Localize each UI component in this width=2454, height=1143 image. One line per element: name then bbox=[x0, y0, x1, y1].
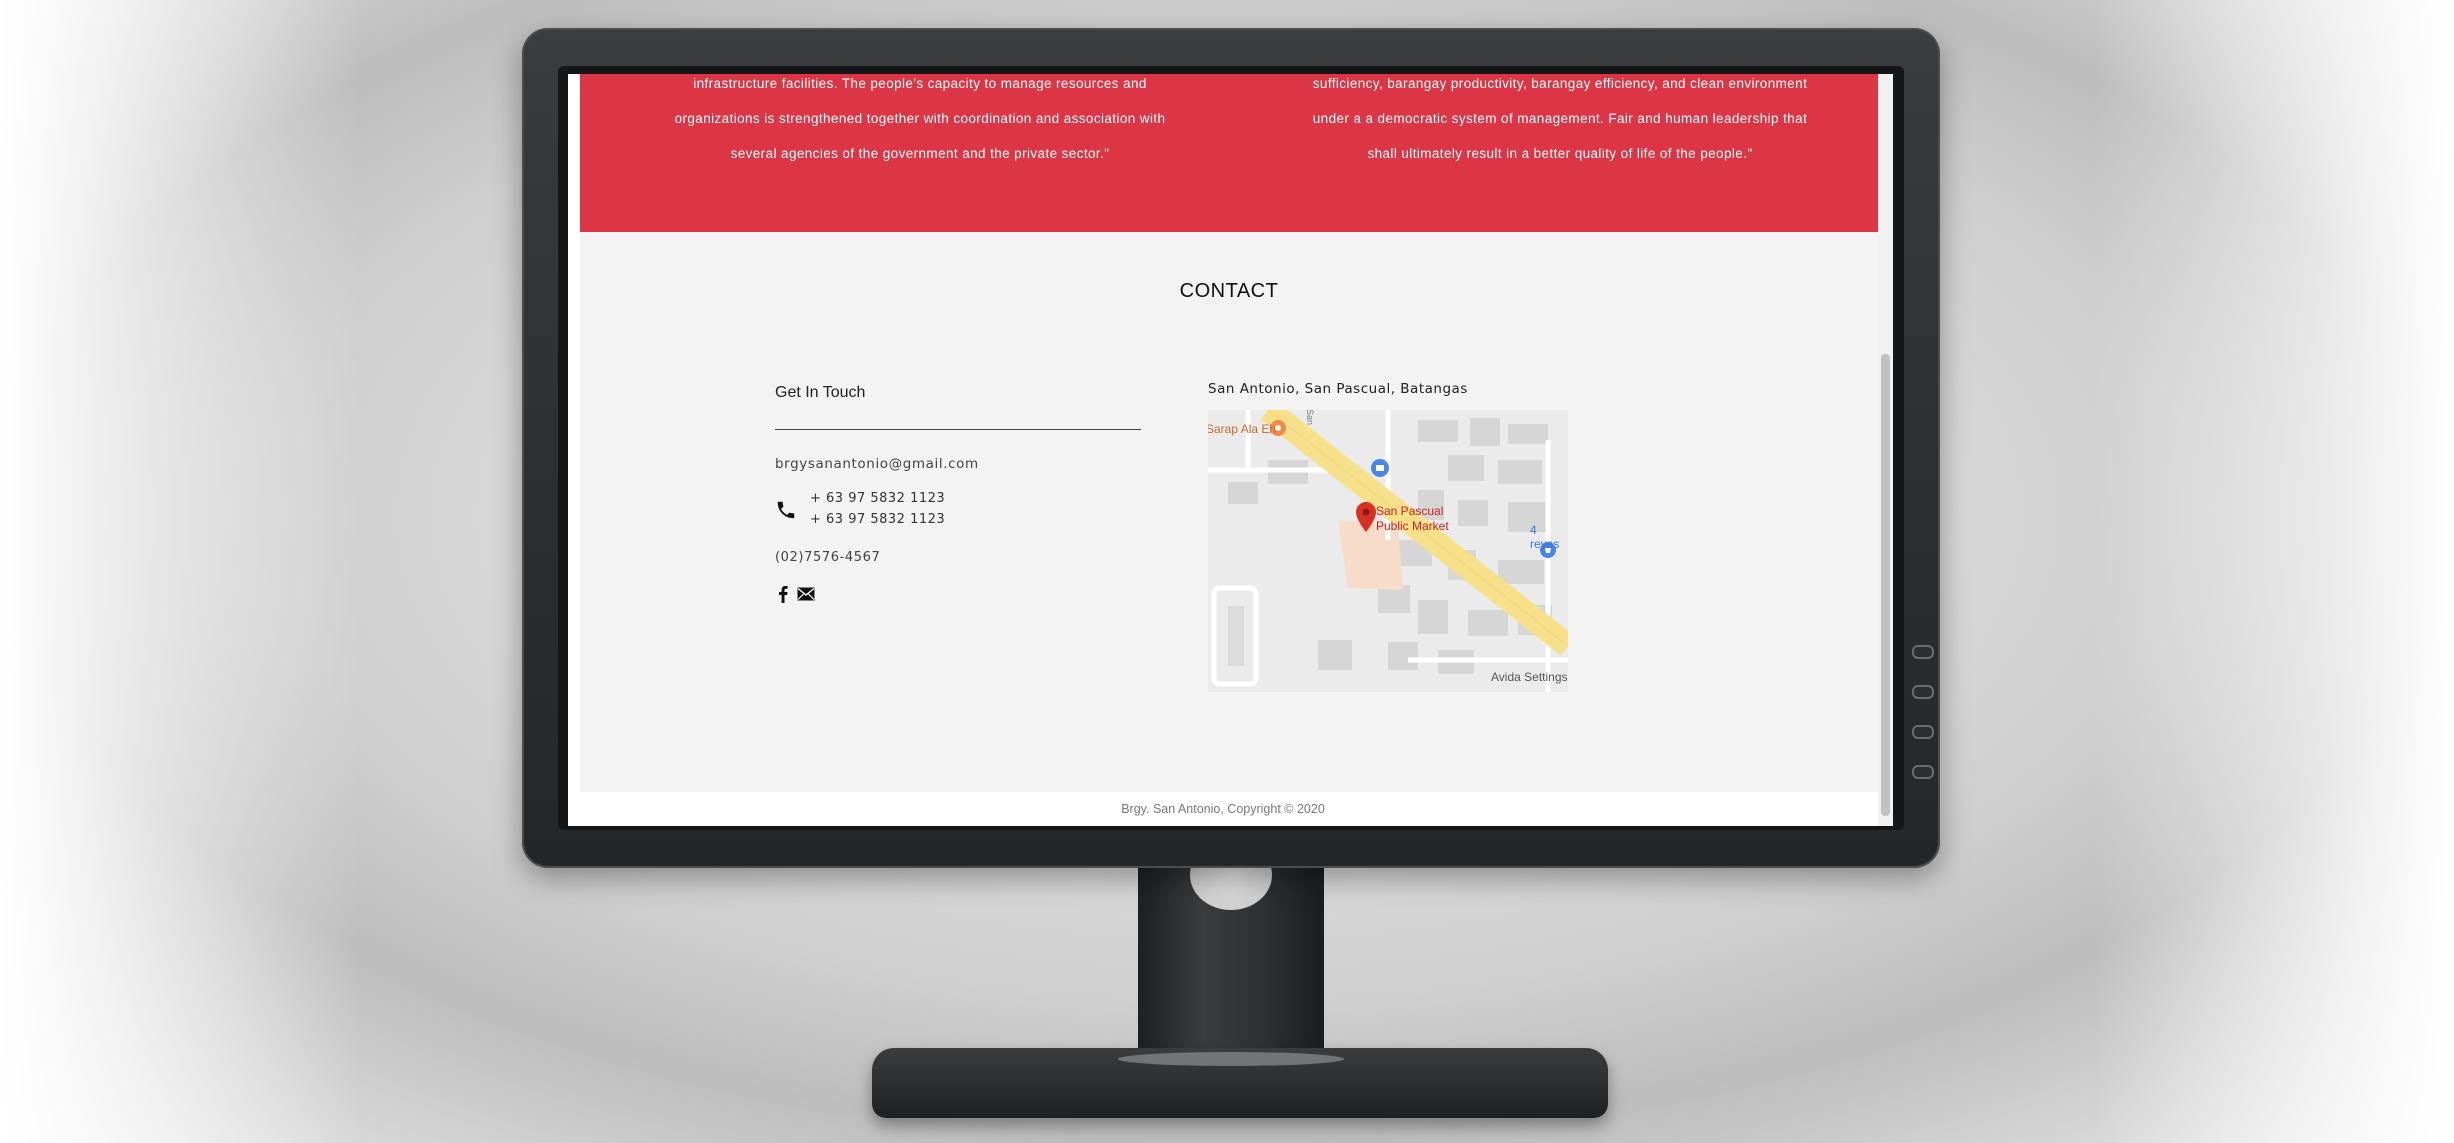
vision-quote: sufficiency, barangay productivity, bara… bbox=[1280, 74, 1840, 171]
phone-icon bbox=[777, 501, 795, 519]
mission-quote: infrastructure facilities. The people's … bbox=[640, 74, 1200, 171]
monitor-button-4[interactable] bbox=[1912, 765, 1934, 779]
quote-line: several agencies of the government and t… bbox=[730, 146, 1110, 161]
map-graphic bbox=[1208, 410, 1568, 692]
monitor-button-2[interactable] bbox=[1912, 685, 1934, 699]
quote-line: infrastructure facilities. The people's … bbox=[693, 76, 1147, 91]
map-label-road: San bbox=[1305, 410, 1316, 426]
contact-heading: CONTACT bbox=[1179, 280, 1279, 302]
mail-icon[interactable] bbox=[797, 587, 815, 601]
quote-line: shall ultimately result in a better qual… bbox=[1367, 146, 1753, 161]
scrollbar-thumb[interactable] bbox=[1881, 354, 1890, 816]
mission-vision-band: infrastructure facilities. The people's … bbox=[580, 74, 1878, 232]
background-fade-right bbox=[2094, 0, 2454, 1143]
map-label-restaurant: Sarap Ala Eh bbox=[1208, 422, 1277, 436]
footer: Brgy. San Antonio, Copyright © 2020 bbox=[568, 792, 1878, 826]
map-label-settings: Avida Settings bbox=[1491, 670, 1568, 684]
contact-section: CONTACT Get In Touch brgysanantonio@gmai… bbox=[580, 232, 1878, 792]
address-text: San Antonio, San Pascual, Batangas bbox=[1208, 381, 1468, 397]
phone-number[interactable]: + 63 97 5832 1123 bbox=[810, 491, 945, 506]
quote-line: organizations is strengthened together w… bbox=[674, 111, 1166, 126]
facebook-icon[interactable] bbox=[775, 585, 791, 603]
quote-line: under a a democratic system of managemen… bbox=[1312, 111, 1808, 126]
quote-line: sufficiency, barangay productivity, bara… bbox=[1312, 76, 1808, 91]
map-label-market: Public Market bbox=[1376, 519, 1449, 533]
map-label-market: San Pascual bbox=[1376, 504, 1444, 518]
email-link[interactable]: brgysanantonio@gmail.com bbox=[775, 456, 979, 472]
phone-number[interactable]: + 63 97 5832 1123 bbox=[810, 512, 945, 527]
monitor-screen: infrastructure facilities. The people's … bbox=[568, 74, 1893, 826]
website: infrastructure facilities. The people's … bbox=[568, 74, 1878, 826]
monitor-button-1[interactable] bbox=[1912, 645, 1934, 659]
landline-number[interactable]: (02)7576-4567 bbox=[775, 550, 880, 565]
get-in-touch-title: Get In Touch bbox=[775, 384, 866, 401]
divider bbox=[775, 429, 1141, 430]
map-label-store: 4 reyes bbox=[1530, 523, 1560, 551]
background-fade-left bbox=[0, 0, 360, 1143]
monitor-base-ring bbox=[1118, 1052, 1344, 1066]
copyright-text: Brgy. San Antonio, Copyright © 2020 bbox=[1121, 802, 1325, 816]
embedded-map[interactable]: Sarap Ala Eh San Pascual Public Market 4… bbox=[1208, 410, 1568, 692]
social-links bbox=[775, 584, 815, 604]
monitor-button-3[interactable] bbox=[1912, 725, 1934, 739]
